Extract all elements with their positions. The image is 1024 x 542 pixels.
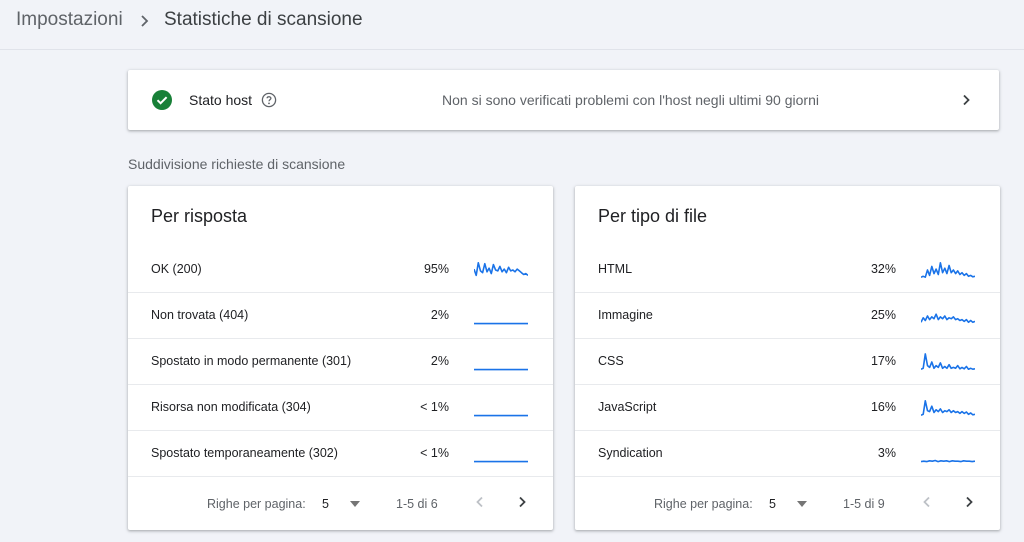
row-label: Syndication (598, 446, 663, 460)
rows-per-page-value: 5 (322, 497, 329, 511)
row-percent: 17% (870, 354, 896, 368)
row-label: Non trovata (404) (151, 308, 249, 322)
table-title: Per risposta (151, 206, 248, 226)
chevron-right-icon[interactable] (958, 92, 974, 108)
rows-per-page-select[interactable]: 5 (761, 490, 815, 518)
row-label: CSS (598, 354, 624, 368)
rows-per-page-value: 5 (769, 497, 776, 511)
sparkline-chart (474, 414, 528, 417)
response-table-card: Per risposta OK (200) 95% Non trovata (4… (128, 186, 553, 530)
row-percent: 16% (870, 400, 896, 414)
table-title: Per tipo di file (598, 206, 708, 226)
row-percent: < 1% (420, 446, 449, 460)
sparkline-chart (921, 353, 975, 371)
table-row[interactable]: CSS 17% (575, 339, 1000, 385)
row-label: Immagine (598, 308, 653, 322)
row-label: JavaScript (598, 400, 657, 414)
rows-per-page-label: Righe per pagina: (207, 497, 306, 511)
sparkline-trend-line (474, 261, 528, 277)
top-bar: Impostazioni Statistiche di scansione (0, 0, 1024, 50)
page-range: 1-5 di 6 (396, 497, 438, 511)
breadcrumb-parent-link[interactable]: Impostazioni (16, 9, 123, 31)
sparkline-trend-line (921, 353, 975, 371)
table-row[interactable]: JavaScript 16% (575, 385, 1000, 431)
sparkline-trend-line (921, 399, 975, 416)
check-circle-icon (152, 90, 172, 110)
sparkline-trend-line (921, 459, 975, 463)
table-row[interactable]: Syndication 3% (575, 431, 1000, 477)
section-title: Suddivisione richieste di scansione (128, 156, 346, 172)
row-percent: < 1% (420, 400, 449, 414)
table-row[interactable]: Spostato temporaneamente (302) < 1% (128, 431, 553, 477)
sparkline-chart (474, 322, 528, 325)
filetype-table-card: Per tipo di file HTML 32% Immagine 25% C… (575, 186, 1000, 530)
row-label: Spostato temporaneamente (302) (151, 446, 338, 460)
rows-per-page-select[interactable]: 5 (314, 490, 368, 518)
sparkline-chart (474, 368, 528, 371)
sparkline-trend-line (921, 313, 975, 324)
sparkline-chart (921, 459, 975, 463)
sparkline-trend-line (921, 261, 975, 279)
table-row[interactable]: Spostato in modo permanente (301) 2% (128, 339, 553, 385)
row-label: Spostato in modo permanente (301) (151, 354, 352, 368)
row-percent: 3% (877, 446, 896, 460)
table-row[interactable]: OK (200) 95% (128, 247, 553, 293)
page-range: 1-5 di 9 (843, 497, 885, 511)
chevron-right-icon[interactable] (961, 494, 977, 510)
chevron-left-icon[interactable] (472, 494, 488, 510)
sparkline-chart (921, 261, 975, 279)
row-percent: 25% (870, 308, 896, 322)
chevron-right-icon (141, 15, 149, 27)
host-status-card[interactable]: Stato host Non si sono verificati proble… (128, 70, 999, 130)
row-percent: 2% (430, 354, 449, 368)
sparkline-chart (474, 460, 528, 463)
row-percent: 32% (870, 262, 896, 276)
row-label: OK (200) (151, 262, 202, 276)
table-row[interactable]: HTML 32% (575, 247, 1000, 293)
host-status-text: Non si sono verificati problemi con l'ho… (442, 92, 819, 108)
row-percent: 95% (423, 262, 449, 276)
table-pagination: Righe per pagina: 5 1-5 di 9 (575, 486, 1000, 522)
help-icon[interactable] (261, 92, 277, 108)
table-row[interactable]: Immagine 25% (575, 293, 1000, 339)
chevron-left-icon[interactable] (919, 494, 935, 510)
sparkline-chart (921, 313, 975, 324)
sparkline-chart (921, 399, 975, 416)
caret-down-icon (797, 501, 807, 507)
table-pagination: Righe per pagina: 5 1-5 di 6 (128, 486, 553, 522)
row-label: HTML (598, 262, 633, 276)
page-title: Statistiche di scansione (164, 9, 363, 30)
chevron-right-icon[interactable] (514, 494, 530, 510)
host-status-title: Stato host (189, 92, 253, 108)
rows-per-page-label: Righe per pagina: (654, 497, 753, 511)
table-row[interactable]: Risorsa non modificata (304) < 1% (128, 385, 553, 431)
row-percent: 2% (430, 308, 449, 322)
row-label: Risorsa non modificata (304) (151, 400, 311, 414)
table-row[interactable]: Non trovata (404) 2% (128, 293, 553, 339)
sparkline-chart (474, 261, 528, 277)
caret-down-icon (350, 501, 360, 507)
